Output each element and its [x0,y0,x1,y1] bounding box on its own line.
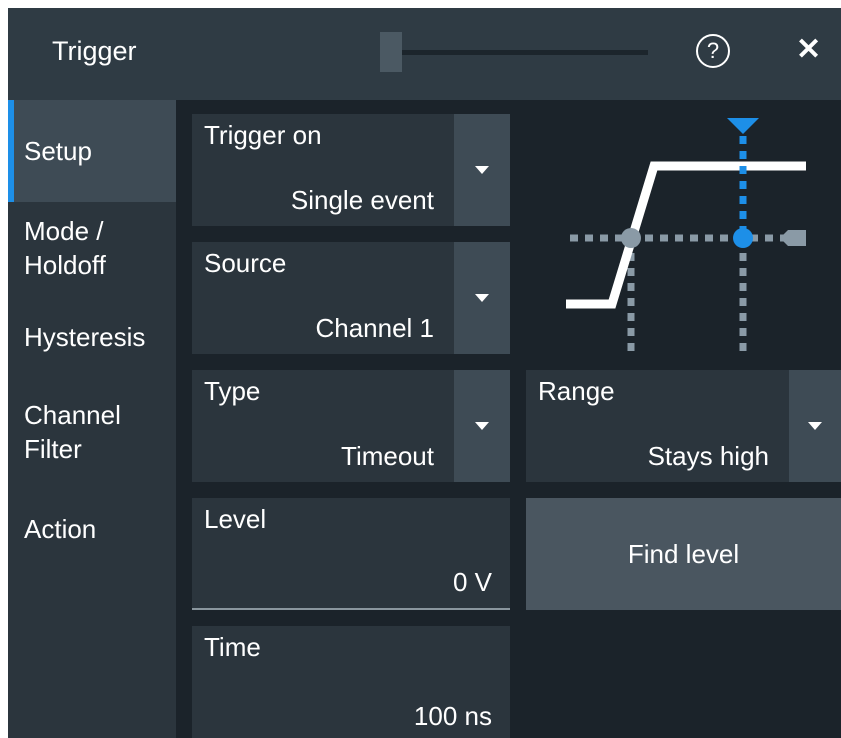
time-value: 100 ns [413,701,492,731]
chevron-down-icon [475,422,489,430]
close-icon[interactable]: ✕ [796,32,821,67]
chevron-down-icon [808,422,822,430]
sidebar-item-hysteresis[interactable]: Hysteresis [8,314,176,370]
find-level-button[interactable]: Find level [526,498,841,610]
level-input[interactable]: Level 0 V [192,498,510,610]
sidebar-item-label: Setup [24,136,92,166]
type-dropdown-button[interactable] [454,370,510,482]
sidebar: Setup Mode / Holdoff Hysteresis Channel … [8,100,176,738]
chevron-down-icon [475,294,489,302]
range-label: Range [538,376,615,406]
sidebar-item-mode-holdoff[interactable]: Mode / Holdoff [8,204,176,286]
sidebar-item-label: Mode / Holdoff [24,216,106,280]
transparency-slider-thumb[interactable] [380,32,402,72]
time-input[interactable]: Time 100 ns [192,626,510,738]
type-select[interactable]: Type Timeout [192,370,510,482]
source-select[interactable]: Source Channel 1 [192,242,510,354]
trigger-position-icon [727,118,759,134]
sidebar-item-label: Hysteresis [24,322,146,352]
timeout-trigger-diagram [566,118,806,354]
transparency-slider-track[interactable] [380,50,648,55]
type-label: Type [204,376,261,406]
chevron-down-icon [475,166,489,174]
sidebar-item-action[interactable]: Action [8,506,176,562]
trigger-on-select[interactable]: Trigger on Single event [192,114,510,226]
type-value: Timeout [341,441,434,471]
dialog-title: Trigger [52,36,137,66]
trigger-on-label: Trigger on [204,120,322,150]
trigger-dialog: Trigger ? ✕ Setup Mode / Holdoff Hystere… [8,8,841,738]
sidebar-item-label: Action [24,514,97,544]
sidebar-item-channel-filter[interactable]: Channel Filter [8,392,176,474]
level-marker-icon [780,230,806,246]
question-circle-icon[interactable]: ? [696,34,730,68]
sidebar-item-label: Channel Filter [24,400,121,464]
range-value: Stays high [647,441,769,471]
level-value: 0 V [452,567,492,597]
time-label: Time [204,632,261,662]
source-dropdown-button[interactable] [454,242,510,354]
sidebar-item-setup[interactable]: Setup [8,100,176,202]
title-bar: Trigger ? ✕ [8,8,841,100]
trigger-on-dropdown-button[interactable] [454,114,510,226]
source-value: Channel 1 [315,313,434,343]
edge-crossing-point [621,228,641,248]
range-select[interactable]: Range Stays high [526,370,841,482]
active-indicator [8,100,14,202]
trigger-on-value: Single event [290,185,434,215]
source-label: Source [204,248,287,278]
trigger-point [733,228,753,248]
range-dropdown-button[interactable] [789,370,841,482]
level-label: Level [204,504,267,534]
